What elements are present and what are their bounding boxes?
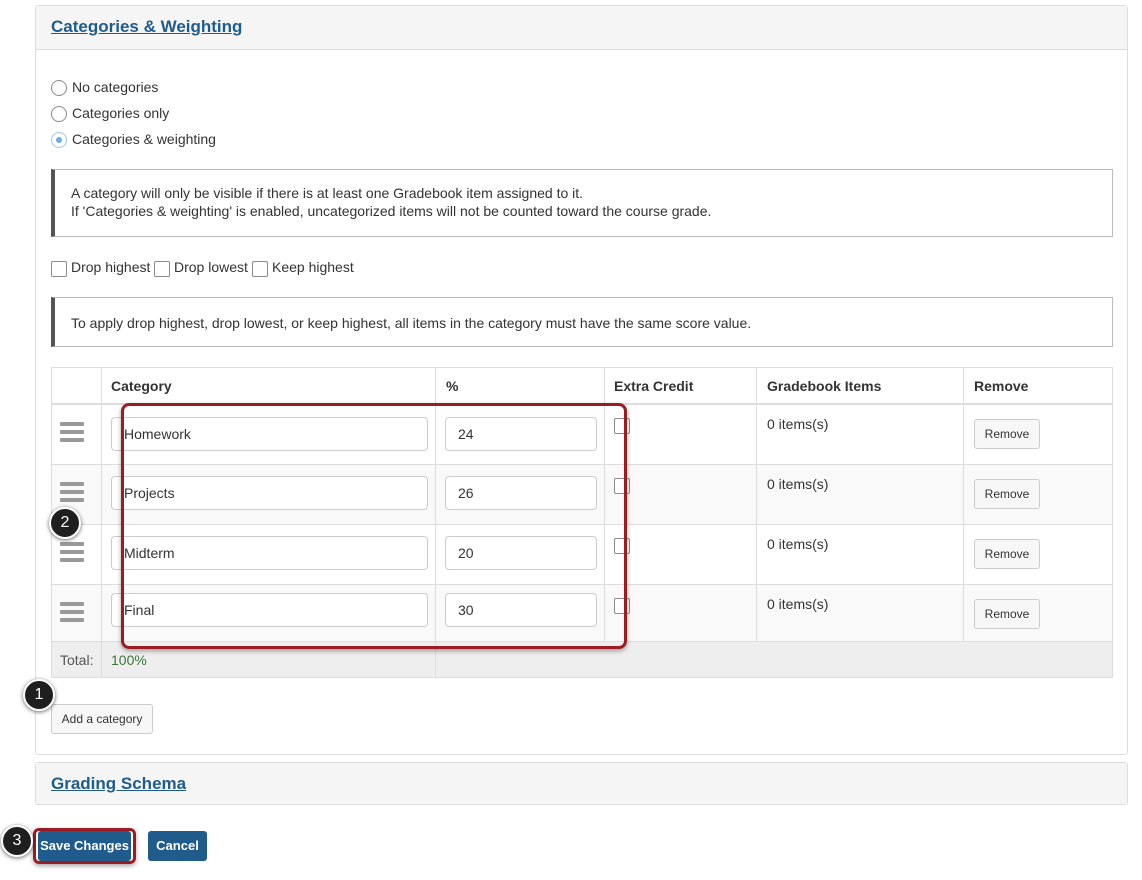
table-row: Projects 26 0 items(s) Remove (51, 465, 1113, 525)
category-name-input[interactable]: Homework (111, 417, 428, 451)
drag-handle-icon[interactable] (60, 422, 84, 444)
total-percent: 100% (111, 652, 147, 668)
header-category: Category (111, 378, 172, 394)
extra-credit-checkbox[interactable] (614, 538, 630, 554)
remove-button[interactable]: Remove (974, 419, 1040, 449)
categories-weighting-panel: Categories & Weighting No categories Cat… (35, 5, 1128, 755)
table-row: Homework 24 0 items(s) Remove (51, 405, 1113, 465)
notice-line: A category will only be visible if there… (71, 185, 584, 201)
radio-button[interactable] (51, 80, 67, 96)
grading-schema-panel: Grading Schema (35, 762, 1128, 805)
callout-badge-3: 3 (1, 825, 33, 857)
category-name-input[interactable]: Projects (111, 476, 428, 510)
callout-badge-2: 2 (49, 507, 81, 539)
column-divider (756, 367, 757, 642)
total-label: Total: (60, 652, 94, 668)
gradebook-items-count: 0 items(s) (767, 536, 829, 552)
table-row: Midterm 20 0 items(s) Remove (51, 525, 1113, 585)
categories-table: Category % Extra Credit Gradebook Items … (51, 367, 1113, 678)
drag-handle-icon[interactable] (60, 482, 84, 504)
keep-highest-checkbox[interactable] (252, 261, 268, 277)
callout-badge-1: 1 (23, 679, 55, 711)
drop-highest-label: Drop highest (71, 259, 151, 275)
category-name-input[interactable]: Midterm (111, 536, 428, 570)
gradebook-items-count: 0 items(s) (767, 416, 829, 432)
category-visibility-notice: A category will only be visible if there… (51, 169, 1113, 237)
extra-credit-checkbox[interactable] (614, 418, 630, 434)
save-changes-button[interactable]: Save Changes (38, 831, 131, 861)
header-percent: % (446, 378, 459, 394)
notice-line: To apply drop highest, drop lowest, or k… (71, 315, 752, 331)
extra-credit-checkbox[interactable] (614, 478, 630, 494)
radio-label: No categories (72, 79, 159, 95)
drop-rules-notice: To apply drop highest, drop lowest, or k… (51, 297, 1113, 347)
categories-weighting-title-link[interactable]: Categories & Weighting (51, 17, 242, 37)
panel-heading: Categories & Weighting (36, 6, 1127, 50)
notice-line: If 'Categories & weighting' is enabled, … (71, 203, 712, 219)
drop-lowest-label: Drop lowest (174, 259, 248, 275)
keep-highest-label: Keep highest (272, 259, 354, 275)
column-divider (963, 367, 964, 642)
cancel-button[interactable]: Cancel (148, 831, 207, 861)
add-category-button[interactable]: Add a category (51, 704, 153, 734)
category-percent-input[interactable]: 20 (445, 536, 597, 570)
header-remove: Remove (974, 378, 1029, 394)
category-name-input[interactable]: Final (111, 593, 428, 627)
column-divider (435, 367, 436, 678)
drop-highest-checkbox[interactable] (51, 261, 67, 277)
remove-button[interactable]: Remove (974, 599, 1040, 629)
radio-button-selected[interactable] (51, 132, 67, 148)
column-divider (604, 367, 605, 642)
drop-lowest-checkbox[interactable] (154, 261, 170, 277)
category-percent-input[interactable]: 24 (445, 417, 597, 451)
extra-credit-checkbox[interactable] (614, 598, 630, 614)
remove-button[interactable]: Remove (974, 539, 1040, 569)
radio-label: Categories only (72, 105, 170, 121)
panel-heading: Grading Schema (36, 763, 1127, 804)
header-gradebook-items: Gradebook Items (767, 378, 882, 394)
category-percent-input[interactable]: 30 (445, 593, 597, 627)
gradebook-items-count: 0 items(s) (767, 596, 829, 612)
table-header-row: Category % Extra Credit Gradebook Items … (51, 367, 1113, 405)
remove-button[interactable]: Remove (974, 479, 1040, 509)
header-extra-credit: Extra Credit (614, 378, 694, 394)
column-divider (101, 367, 102, 678)
drag-handle-icon[interactable] (60, 542, 84, 564)
table-row: Final 30 0 items(s) Remove (51, 585, 1113, 642)
category-percent-input[interactable]: 26 (445, 476, 597, 510)
total-row: Total: 100% (51, 642, 1113, 678)
grading-schema-title-link[interactable]: Grading Schema (51, 774, 186, 794)
radio-button[interactable] (51, 106, 67, 122)
radio-label: Categories & weighting (72, 131, 216, 147)
drag-handle-icon[interactable] (60, 602, 84, 624)
gradebook-items-count: 0 items(s) (767, 476, 829, 492)
